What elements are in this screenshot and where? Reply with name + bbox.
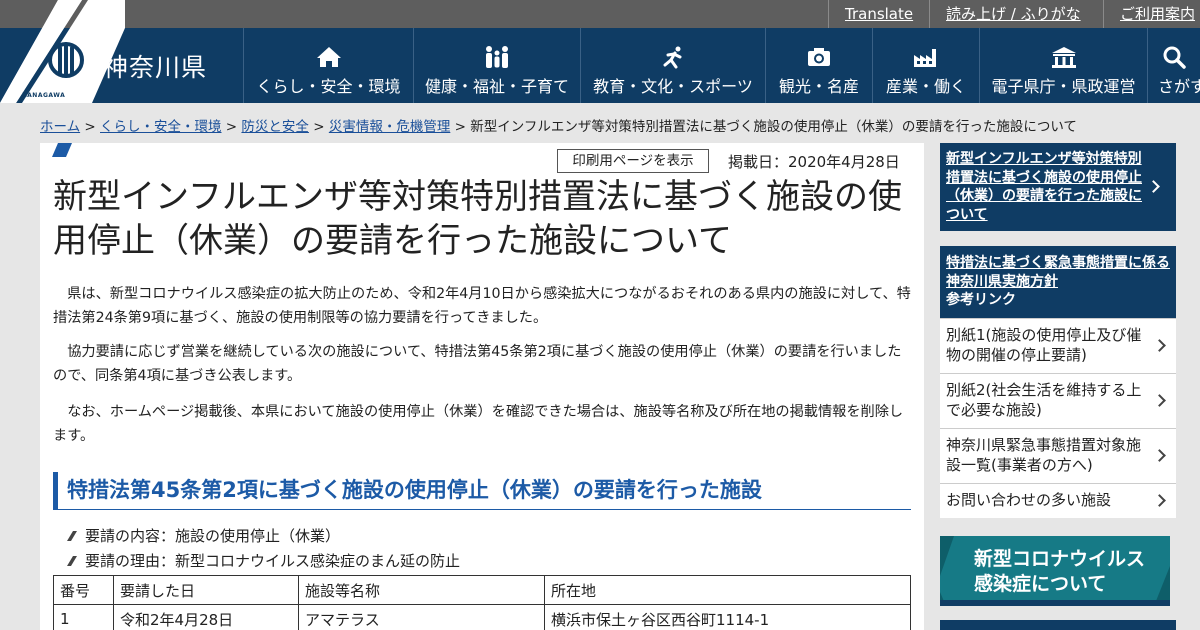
nav-label: 観光・名産 bbox=[778, 77, 859, 96]
nav-education-culture-sports[interactable]: 教育・文化・スポーツ bbox=[580, 28, 765, 103]
sidebar-link-annex-2[interactable]: 別紙2(社会生活を維持する上で必要な施設) bbox=[940, 372, 1176, 428]
cell-request-date: 令和2年4月28日 bbox=[113, 604, 299, 630]
chevron-right-icon bbox=[1147, 180, 1160, 193]
intro-paragraph-2: 協力要請に応じず営業を継続している次の施設について、特措法第45条第2項に基づく… bbox=[53, 344, 902, 384]
sidebar-link-faq-facilities[interactable]: お問い合わせの多い施設 bbox=[940, 482, 1176, 518]
usage-guide-link[interactable]: ご利用案内 bbox=[1103, 0, 1200, 28]
table-row: 1 令和2年4月28日 アマテラス 横浜市保土ヶ谷区西谷町1114-1 bbox=[53, 604, 911, 630]
section-heading: 特措法第45条第2項に基づく施設の使用停止（休業）の要請を行った施設 bbox=[53, 472, 911, 510]
print-page-button[interactable]: 印刷用ページを表示 bbox=[557, 149, 709, 173]
nav-label: さがす bbox=[1158, 77, 1200, 96]
sidebar-box-subtitle: 参考リンク bbox=[946, 292, 1016, 308]
translate-link[interactable]: Translate bbox=[828, 0, 929, 28]
title-accent-mark bbox=[52, 143, 72, 157]
nav-label: 健康・福祉・子育て bbox=[424, 77, 569, 96]
intro-paragraph-1: 県は、新型コロナウイルス感染症の拡大防止のため、令和2年4月10日から感染拡大に… bbox=[53, 286, 911, 326]
nav-living-safety-environment[interactable]: くらし・安全・環境 bbox=[243, 28, 413, 103]
sidebar-link-text: 別紙2(社会生活を維持する上で必要な施設) bbox=[946, 380, 1142, 419]
breadcrumb: ホーム > くらし・安全・環境 > 防災と安全 > 災害情報・危機管理 > 新型… bbox=[40, 115, 1077, 135]
nav-industry-work[interactable]: 産業・働く bbox=[872, 28, 979, 103]
home-icon bbox=[316, 47, 341, 67]
breadcrumb-crisis-management[interactable]: 災害情報・危機管理 bbox=[329, 119, 451, 135]
bullet-request-reason: 要請の理由：新型コロナウイルス感染症のまん延の防止 bbox=[67, 550, 460, 571]
sidebar-reference-box: 特措法に基づく緊急事態措置に係る神奈川県実施方針 参考リンク 別紙1(施設の使用… bbox=[940, 246, 1176, 518]
main-content: 印刷用ページを表示 掲載日：2020年4月28日 新型インフルエンザ等対策特別措… bbox=[40, 143, 924, 630]
cell-facility-name: アマテラス bbox=[298, 604, 545, 630]
site-header: 神奈川県 KANAGAWA くらし・安全・環境 健康・福祉・子育て 教育・文化・… bbox=[0, 0, 1200, 103]
breadcrumb-current: 新型インフルエンザ等対策特別措置法に基づく施設の使用停止（休業）の要請を行った施… bbox=[470, 119, 1077, 135]
sidebar-current-page-link[interactable]: 新型インフルエンザ等対策特別措置法に基づく施設の使用停止（休業）の要請を行った施… bbox=[940, 143, 1176, 231]
nav-label: くらし・安全・環境 bbox=[256, 77, 401, 96]
search-icon bbox=[1163, 46, 1186, 69]
breadcrumb-separator: > bbox=[308, 119, 329, 135]
chevron-right-icon bbox=[1153, 448, 1166, 462]
col-address: 所在地 bbox=[544, 575, 911, 605]
table-header-row: 番号 要請した日 施設等名称 所在地 bbox=[53, 575, 911, 605]
chevron-right-icon bbox=[1153, 338, 1166, 352]
sidebar-box-header: 特措法に基づく緊急事態措置に係る神奈川県実施方針 参考リンク bbox=[940, 246, 1176, 318]
sidebar-link-facility-list[interactable]: 神奈川県緊急事態措置対象施設一覧(事業者の方へ) bbox=[940, 427, 1176, 483]
nav-label: 電子県庁・県政運営 bbox=[991, 77, 1136, 96]
cell-number: 1 bbox=[53, 604, 114, 630]
sidebar-link-text: お問い合わせの多い施設 bbox=[946, 490, 1112, 509]
logo-subtext: KANAGAWA bbox=[22, 92, 66, 99]
factory-icon bbox=[914, 49, 936, 67]
site-name: 神奈川県 bbox=[103, 53, 208, 82]
nav-tourism-specialties[interactable]: 観光・名産 bbox=[765, 28, 872, 103]
col-request-date: 要請した日 bbox=[113, 575, 299, 605]
slash-bullet-icon bbox=[67, 531, 77, 541]
sidebar-link-text: 別紙1(施設の使用停止及び催物の開催の停止要請) bbox=[946, 325, 1142, 364]
sidebar-policy-link[interactable]: 特措法に基づく緊急事態措置に係る神奈川県実施方針 bbox=[946, 254, 1170, 291]
banner-text: 新型コロナウイルス 感染症について bbox=[974, 547, 1145, 597]
breadcrumb-separator: > bbox=[221, 119, 242, 135]
sidebar-link-text: 神奈川県緊急事態措置対象施設一覧(事業者の方へ) bbox=[946, 435, 1142, 474]
breadcrumb-home[interactable]: ホーム bbox=[40, 119, 80, 135]
breadcrumb-living[interactable]: くらし・安全・環境 bbox=[100, 119, 222, 135]
bullet-text: 要請の内容：施設の使用停止（休業） bbox=[85, 527, 341, 545]
nav-health-welfare-childcare[interactable]: 健康・福祉・子育て bbox=[413, 28, 580, 103]
runner-icon bbox=[663, 46, 682, 69]
publish-date: 掲載日：2020年4月28日 bbox=[728, 153, 900, 171]
covid-info-banner[interactable]: 新型コロナウイルス 感染症について bbox=[940, 536, 1170, 606]
camera-icon bbox=[808, 48, 830, 66]
reading-furigana-link[interactable]: 読み上げ / ふりがな bbox=[929, 0, 1103, 28]
chevron-right-icon bbox=[1153, 393, 1166, 407]
bullet-request-content: 要請の内容：施設の使用停止（休業） bbox=[67, 525, 340, 546]
nav-e-government[interactable]: 電子県庁・県政運営 bbox=[979, 28, 1147, 103]
breadcrumb-separator: > bbox=[450, 119, 471, 135]
family-icon bbox=[486, 46, 508, 68]
government-building-icon bbox=[1051, 47, 1076, 68]
breadcrumb-disaster-safety[interactable]: 防災と安全 bbox=[241, 119, 309, 135]
col-number: 番号 bbox=[53, 575, 114, 605]
banner-line-1: 新型コロナウイルス bbox=[974, 548, 1146, 570]
chevron-right-icon bbox=[1153, 493, 1166, 507]
page-title: 新型インフルエンザ等対策特別措置法に基づく施設の使用停止（休業）の要請を行った施… bbox=[53, 177, 902, 261]
facilities-table: 番号 要請した日 施設等名称 所在地 1 令和2年4月28日 アマテラス 横浜市… bbox=[53, 575, 911, 630]
nav-search[interactable]: さがす bbox=[1147, 28, 1200, 103]
intro-paragraph-3: なお、ホームページ掲載後、本県において施設の使用停止（休業）を確認できた場合は、… bbox=[53, 404, 904, 444]
cell-address: 横浜市保土ヶ谷区西谷町1114-1 bbox=[544, 604, 911, 630]
nav-label: 産業・働く bbox=[885, 77, 966, 96]
banner-line-2: 感染症について bbox=[974, 573, 1107, 595]
nav-label: 教育・文化・スポーツ bbox=[593, 77, 753, 96]
breadcrumb-separator: > bbox=[80, 119, 101, 135]
slash-bullet-icon bbox=[67, 556, 77, 566]
site-logo[interactable]: 神奈川県 KANAGAWA bbox=[0, 0, 243, 103]
sidebar-link-annex-1[interactable]: 別紙1(施設の使用停止及び催物の開催の停止要請) bbox=[940, 317, 1176, 373]
sidebar-next-block bbox=[940, 620, 1176, 630]
bullet-text: 要請の理由：新型コロナウイルス感染症のまん延の防止 bbox=[85, 552, 461, 570]
sidebar-feature-text: 新型インフルエンザ等対策特別措置法に基づく施設の使用停止（休業）の要請を行った施… bbox=[946, 151, 1142, 223]
col-facility-name: 施設等名称 bbox=[298, 575, 545, 605]
utility-bar: Translate 読み上げ / ふりがな ご利用案内 bbox=[0, 0, 1200, 28]
